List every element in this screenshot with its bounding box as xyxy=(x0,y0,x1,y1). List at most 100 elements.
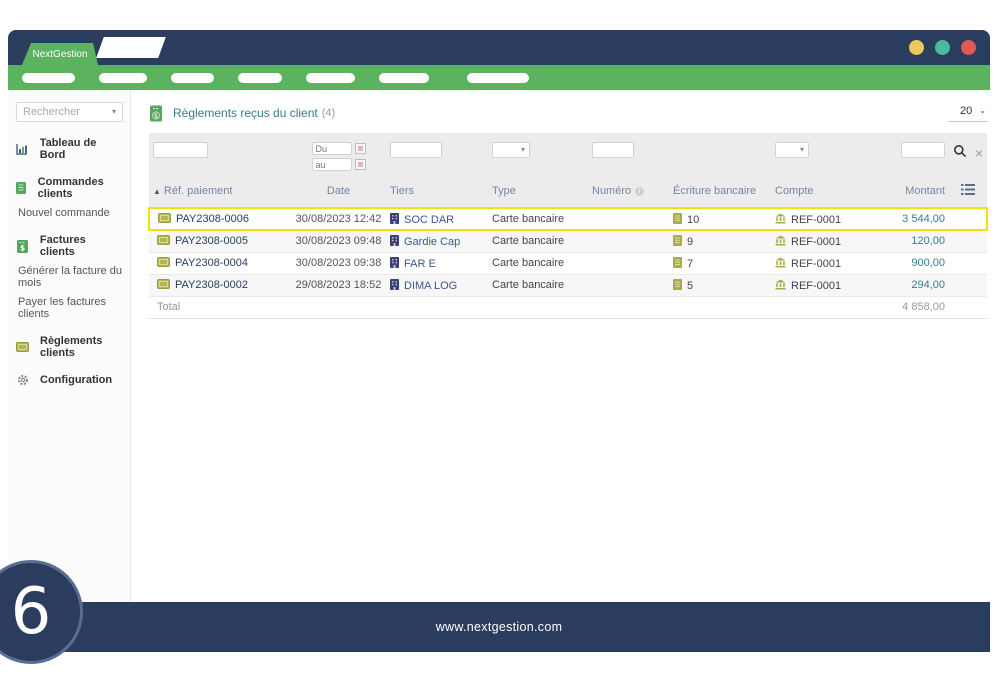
columns-icon xyxy=(961,186,975,198)
col-numero[interactable]: Numéroi xyxy=(588,179,669,208)
account-link[interactable]: REF-0001 xyxy=(791,236,841,248)
nav-pill[interactable] xyxy=(171,73,214,83)
sidebar-item-dashboard[interactable]: Tableau de Bord xyxy=(16,137,123,161)
sidebar-item-label: Factures clients xyxy=(40,234,123,258)
brand-tab[interactable]: NextGestion xyxy=(22,43,98,65)
sidebar-item-label: Commandes clients xyxy=(38,176,123,200)
search-icon[interactable] xyxy=(953,144,967,161)
sidebar-item-factures[interactable]: $ Factures clients xyxy=(16,234,123,258)
nav-pill[interactable] xyxy=(467,73,529,83)
col-montant[interactable]: Montant xyxy=(891,179,949,208)
clear-filters-icon[interactable]: × xyxy=(975,146,983,160)
filter-date-to-input[interactable] xyxy=(312,158,352,171)
document-icon xyxy=(16,182,27,194)
nav-pill[interactable] xyxy=(238,73,282,83)
record-count: (4) xyxy=(322,107,335,119)
svg-text:$: $ xyxy=(154,112,158,120)
amount-link[interactable]: 900,00 xyxy=(911,257,945,269)
building-icon xyxy=(390,279,399,290)
filter-ref-input[interactable] xyxy=(153,142,208,158)
bank-account-icon xyxy=(775,235,786,246)
minimize-dot-icon[interactable] xyxy=(909,40,924,55)
tiers-link[interactable]: DIMA LOG xyxy=(404,280,457,292)
table-row[interactable]: PAY2308-0006 30/08/2023 12:42 SOC DAR Ca… xyxy=(149,208,987,230)
sidebar-item-generer-facture[interactable]: Générer la facture du mois xyxy=(18,265,123,289)
sidebar-item-configuration[interactable]: Configuration xyxy=(16,374,123,386)
bank-account-icon xyxy=(775,279,786,290)
col-date[interactable]: Date xyxy=(291,179,386,208)
svg-text:$: $ xyxy=(20,243,25,252)
col-tiers[interactable]: Tiers xyxy=(386,179,488,208)
bank-entry-link[interactable]: 7 xyxy=(687,258,693,270)
maximize-dot-icon[interactable] xyxy=(935,40,950,55)
bank-entry-link[interactable]: 5 xyxy=(687,280,693,292)
sidebar-item-payer-factures[interactable]: Payer les factures clients xyxy=(18,296,123,320)
nav-pill[interactable] xyxy=(99,73,147,83)
banknote-icon xyxy=(158,213,171,223)
payments-table: ▾ ▾ × xyxy=(148,133,988,319)
account-link[interactable]: REF-0001 xyxy=(791,214,841,226)
search-input[interactable]: Rechercher ▾ xyxy=(16,102,123,122)
payment-ref-link[interactable]: PAY2308-0006 xyxy=(176,213,249,225)
total-label: Total xyxy=(149,296,291,318)
banknote-icon xyxy=(16,342,29,352)
main-nav-bar xyxy=(8,65,990,90)
bank-account-icon xyxy=(775,257,786,268)
filter-date-from-input[interactable] xyxy=(312,142,352,155)
chevron-down-icon: ▾ xyxy=(112,108,116,116)
amount-link[interactable]: 120,00 xyxy=(911,235,945,247)
payment-ref-link[interactable]: PAY2308-0002 xyxy=(175,279,248,291)
payment-date: 30/08/2023 12:42 xyxy=(296,213,382,225)
filter-type-select[interactable]: ▾ xyxy=(492,142,530,158)
account-link[interactable]: REF-0001 xyxy=(791,258,841,270)
payment-type: Carte bancaire xyxy=(492,257,564,269)
sidebar-item-label: Tableau de Bord xyxy=(40,137,123,161)
banknote-icon xyxy=(157,235,170,245)
nav-pill[interactable] xyxy=(22,73,75,83)
nav-pill[interactable] xyxy=(306,73,355,83)
receipt-icon: $ xyxy=(148,105,164,122)
sidebar-item-label: Règlements clients xyxy=(40,335,123,359)
col-compte[interactable]: Compte xyxy=(771,179,891,208)
filter-tiers-input[interactable] xyxy=(390,142,442,158)
bank-entry-link[interactable]: 10 xyxy=(687,214,699,226)
main-content: $ Règlements reçus du client (4) 20 ⌄ xyxy=(131,90,995,602)
account-link[interactable]: REF-0001 xyxy=(791,280,841,292)
filter-numero-input[interactable] xyxy=(592,142,634,158)
page-size-select[interactable]: 20 ⌄ xyxy=(948,105,988,122)
filter-montant-input[interactable] xyxy=(901,142,945,158)
bank-entry-icon xyxy=(673,257,682,268)
inactive-tab[interactable] xyxy=(96,37,166,58)
tiers-link[interactable]: Gardie Cap xyxy=(404,236,460,248)
window-controls xyxy=(909,40,976,55)
bank-entry-link[interactable]: 9 xyxy=(687,236,693,248)
sidebar-item-nouvel-commande[interactable]: Nouvel commande xyxy=(18,207,123,219)
nav-pill[interactable] xyxy=(379,73,429,83)
amount-link[interactable]: 294,00 xyxy=(911,279,945,291)
sidebar-item-label: Configuration xyxy=(40,374,112,386)
payment-ref-link[interactable]: PAY2308-0004 xyxy=(175,257,248,269)
close-dot-icon[interactable] xyxy=(961,40,976,55)
info-icon: i xyxy=(635,187,644,196)
amount-link[interactable]: 3 544,00 xyxy=(902,213,945,225)
bank-entry-icon xyxy=(673,279,682,290)
sidebar-item-commandes[interactable]: Commandes clients xyxy=(16,176,123,200)
calendar-icon[interactable] xyxy=(355,143,366,154)
sidebar-item-reglements[interactable]: Règlements clients xyxy=(16,335,123,359)
col-ref[interactable]: ▲Réf. paiement xyxy=(149,179,291,208)
filter-compte-select[interactable]: ▾ xyxy=(775,142,809,158)
payment-date: 30/08/2023 09:38 xyxy=(296,257,382,269)
col-ecriture[interactable]: Écriture bancaire xyxy=(669,179,771,208)
columns-selector[interactable] xyxy=(949,179,987,208)
calendar-icon[interactable] xyxy=(355,159,366,170)
col-type[interactable]: Type xyxy=(488,179,588,208)
tiers-link[interactable]: SOC DAR xyxy=(404,214,454,226)
table-row[interactable]: PAY2308-0004 30/08/2023 09:38 FAR E Cart… xyxy=(149,252,987,274)
chevron-down-icon: ▾ xyxy=(800,146,804,154)
banknote-icon xyxy=(157,279,170,289)
tiers-link[interactable]: FAR E xyxy=(404,258,436,270)
table-row[interactable]: PAY2308-0002 29/08/2023 18:52 DIMA LOG C… xyxy=(149,274,987,296)
table-row[interactable]: PAY2308-0005 30/08/2023 09:48 Gardie Cap… xyxy=(149,230,987,252)
invoice-icon: $ xyxy=(16,240,29,253)
payment-ref-link[interactable]: PAY2308-0005 xyxy=(175,235,248,247)
